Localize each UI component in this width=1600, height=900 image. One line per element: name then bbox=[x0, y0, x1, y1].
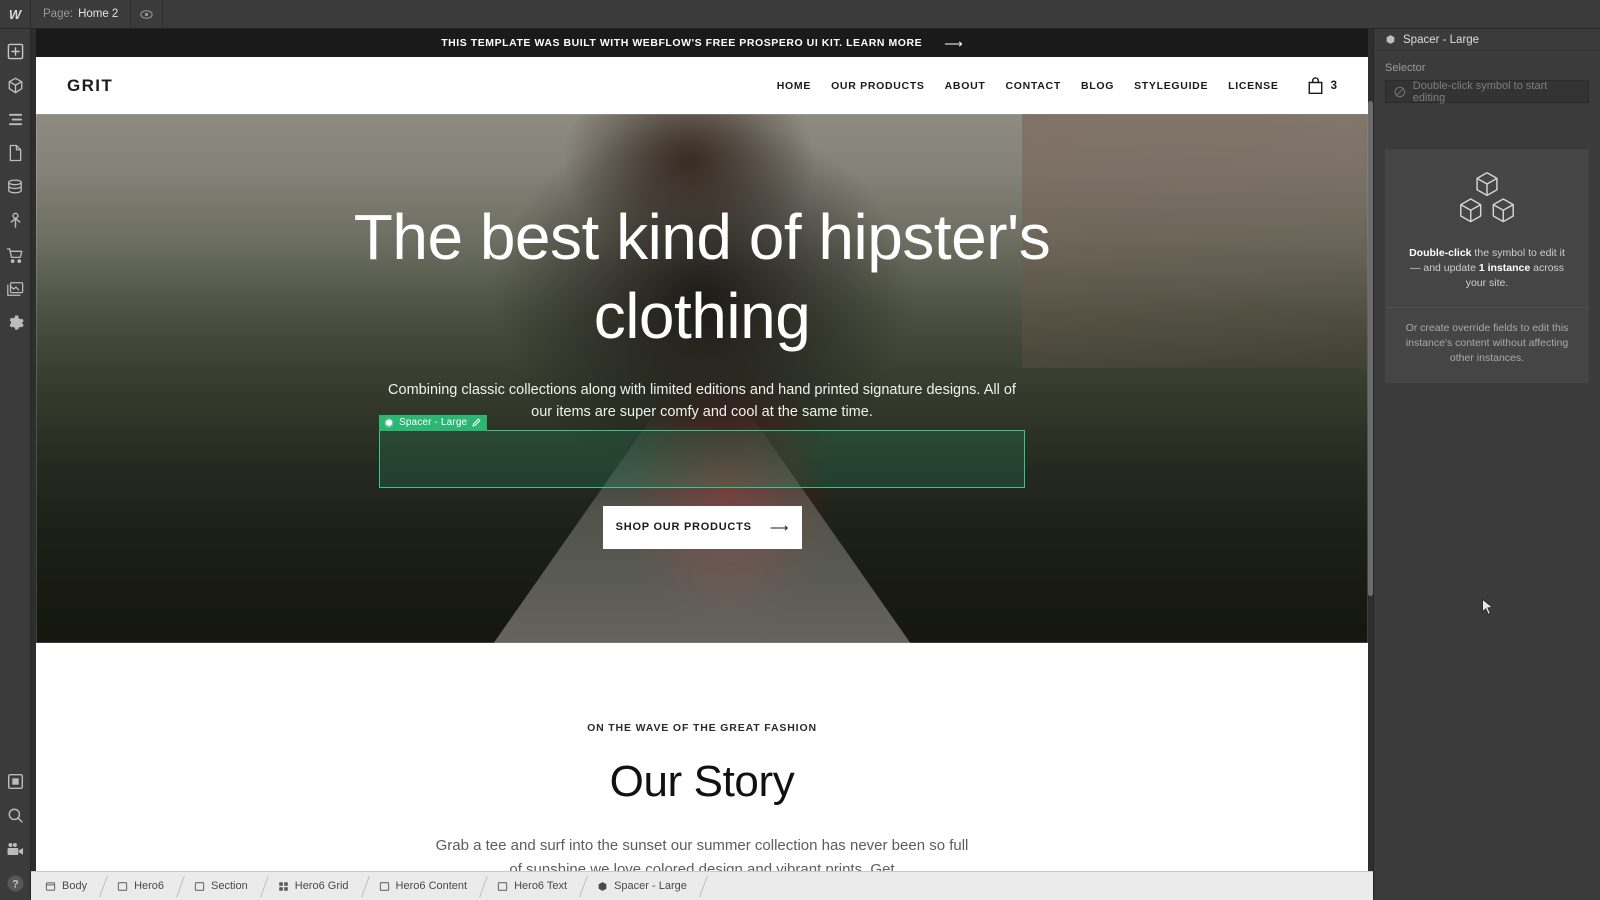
panel-element-name: Spacer - Large bbox=[1403, 34, 1479, 46]
breadcrumb-label: Body bbox=[62, 880, 87, 892]
story-section: ON THE WAVE OF THE GREAT FASHION Our Sto… bbox=[36, 643, 1368, 883]
symbol-edit-message: Double-click the symbol to edit it — and… bbox=[1403, 246, 1571, 292]
symbol-icon bbox=[597, 881, 608, 892]
rail-ecommerce[interactable] bbox=[0, 238, 31, 272]
selector-input[interactable]: Double-click symbol to start editing bbox=[1385, 80, 1589, 103]
nav-link-styleguide[interactable]: STYLEGUIDE bbox=[1134, 80, 1208, 92]
breadcrumb-item-hero6-text[interactable]: Hero6 Text bbox=[483, 872, 583, 900]
story-heading[interactable]: Our Story bbox=[610, 757, 795, 807]
breadcrumb: Body Hero6 Section Hero6 Grid Hero6 bbox=[31, 871, 1373, 900]
webflow-logo-icon[interactable]: W bbox=[0, 0, 31, 29]
breadcrumb-item-hero6-grid[interactable]: Hero6 Grid bbox=[264, 872, 365, 900]
shopping-bag-icon bbox=[1307, 77, 1324, 95]
website-preview[interactable]: THIS TEMPLATE WAS BUILT WITH WEBFLOW'S F… bbox=[36, 29, 1368, 887]
rail-settings[interactable] bbox=[0, 306, 31, 340]
rail-help[interactable]: ? bbox=[0, 866, 31, 900]
cta-label: SHOP OUR PRODUCTS bbox=[616, 521, 752, 533]
announcement-banner[interactable]: THIS TEMPLATE WAS BUILT WITH WEBFLOW'S F… bbox=[36, 29, 1368, 57]
symbol-cubes-icon bbox=[1450, 171, 1524, 227]
nav-link-home[interactable]: HOME bbox=[777, 80, 811, 92]
panel-element-header: Spacer - Large bbox=[1374, 29, 1600, 51]
nav-link-about[interactable]: ABOUT bbox=[945, 80, 986, 92]
div-icon bbox=[379, 881, 390, 892]
selector-section-label: Selector bbox=[1374, 51, 1600, 80]
selected-element-wrapper: Spacer - Large bbox=[380, 431, 1024, 487]
eye-icon[interactable] bbox=[131, 0, 163, 29]
rail-add-elements[interactable] bbox=[0, 34, 31, 68]
top-toolbar: W Page: Home 2 bbox=[0, 0, 1600, 29]
page-name: Home 2 bbox=[78, 8, 118, 20]
nav-link-blog[interactable]: BLOG bbox=[1081, 80, 1114, 92]
cart-count: 3 bbox=[1331, 80, 1337, 92]
breadcrumb-item-spacer-large[interactable]: Spacer - Large bbox=[583, 872, 703, 900]
rail-preview[interactable] bbox=[0, 764, 31, 798]
breadcrumb-item-body[interactable]: Body bbox=[31, 872, 103, 900]
grid-icon bbox=[278, 881, 289, 892]
breadcrumb-item-hero6-content[interactable]: Hero6 Content bbox=[365, 872, 484, 900]
selection-badge[interactable]: Spacer - Large bbox=[379, 415, 487, 431]
symbol-message-bold-2: 1 instance bbox=[1479, 262, 1530, 274]
rail-cms[interactable] bbox=[0, 170, 31, 204]
no-entry-icon bbox=[1394, 86, 1406, 98]
pencil-icon bbox=[472, 418, 481, 427]
selector-placeholder-text: Double-click symbol to start editing bbox=[1413, 80, 1580, 104]
div-icon bbox=[117, 881, 128, 892]
hero-content: The best kind of hipster's clothing Comb… bbox=[36, 114, 1368, 643]
rail-users[interactable] bbox=[0, 204, 31, 238]
symbol-icon bbox=[1385, 34, 1396, 45]
hero-heading[interactable]: The best kind of hipster's clothing bbox=[292, 198, 1112, 357]
rail-navigator[interactable] bbox=[0, 102, 31, 136]
rail-video-tutorials[interactable] bbox=[0, 832, 31, 866]
page-selector[interactable]: Page: Home 2 bbox=[31, 0, 131, 29]
selection-badge-label: Spacer - Large bbox=[399, 417, 467, 428]
arrow-right-icon: ⟶ bbox=[944, 37, 963, 50]
cart-button[interactable]: 3 bbox=[1307, 77, 1337, 95]
left-toolbar: ? bbox=[0, 29, 31, 900]
style-panel: Spacer - Large Selector Double-click sym… bbox=[1373, 29, 1600, 900]
breadcrumb-label: Section bbox=[211, 880, 248, 892]
rail-pages[interactable] bbox=[0, 136, 31, 170]
breadcrumb-label: Hero6 Grid bbox=[295, 880, 349, 892]
story-eyebrow[interactable]: ON THE WAVE OF THE GREAT FASHION bbox=[587, 722, 817, 734]
breadcrumb-item-hero6[interactable]: Hero6 bbox=[103, 872, 180, 900]
breadcrumb-label: Spacer - Large bbox=[614, 880, 687, 892]
symbol-override-message: Or create override fields to edit this i… bbox=[1403, 308, 1571, 384]
announcement-text: THIS TEMPLATE WAS BUILT WITH WEBFLOW'S F… bbox=[441, 37, 922, 49]
breadcrumb-label: Hero6 bbox=[134, 880, 164, 892]
shop-products-button[interactable]: SHOP OUR PRODUCTS ⟶ bbox=[603, 506, 802, 549]
site-navbar: GRIT HOME OUR PRODUCTS ABOUT CONTACT BLO… bbox=[36, 57, 1368, 114]
page-label: Page: bbox=[43, 8, 73, 20]
rail-assets[interactable] bbox=[0, 272, 31, 306]
design-canvas[interactable]: THIS TEMPLATE WAS BUILT WITH WEBFLOW'S F… bbox=[31, 29, 1373, 887]
mouse-cursor bbox=[1481, 598, 1495, 623]
arrow-right-icon: ⟶ bbox=[770, 521, 789, 534]
rail-search[interactable] bbox=[0, 798, 31, 832]
symbol-message-bold-1: Double-click bbox=[1409, 247, 1471, 259]
nav-links: HOME OUR PRODUCTS ABOUT CONTACT BLOG STY… bbox=[777, 77, 1337, 95]
div-icon bbox=[194, 881, 205, 892]
spacer-large-element[interactable] bbox=[380, 431, 1024, 487]
breadcrumb-item-section[interactable]: Section bbox=[180, 872, 264, 900]
breadcrumb-label: Hero6 Content bbox=[396, 880, 468, 892]
symbol-icon bbox=[384, 418, 394, 428]
svg-text:?: ? bbox=[12, 878, 19, 890]
hero-section: The best kind of hipster's clothing Comb… bbox=[36, 114, 1368, 643]
webflow-designer: W Page: Home 2 bbox=[0, 0, 1600, 900]
nav-link-license[interactable]: LICENSE bbox=[1228, 80, 1278, 92]
nav-link-contact[interactable]: CONTACT bbox=[1005, 80, 1060, 92]
rail-components[interactable] bbox=[0, 68, 31, 102]
nav-link-our-products[interactable]: OUR PRODUCTS bbox=[831, 80, 925, 92]
site-logo[interactable]: GRIT bbox=[67, 76, 113, 96]
body-icon bbox=[45, 881, 56, 892]
breadcrumb-label: Hero6 Text bbox=[514, 880, 567, 892]
div-icon bbox=[497, 881, 508, 892]
symbol-info-card: Double-click the symbol to edit it — and… bbox=[1385, 149, 1589, 383]
